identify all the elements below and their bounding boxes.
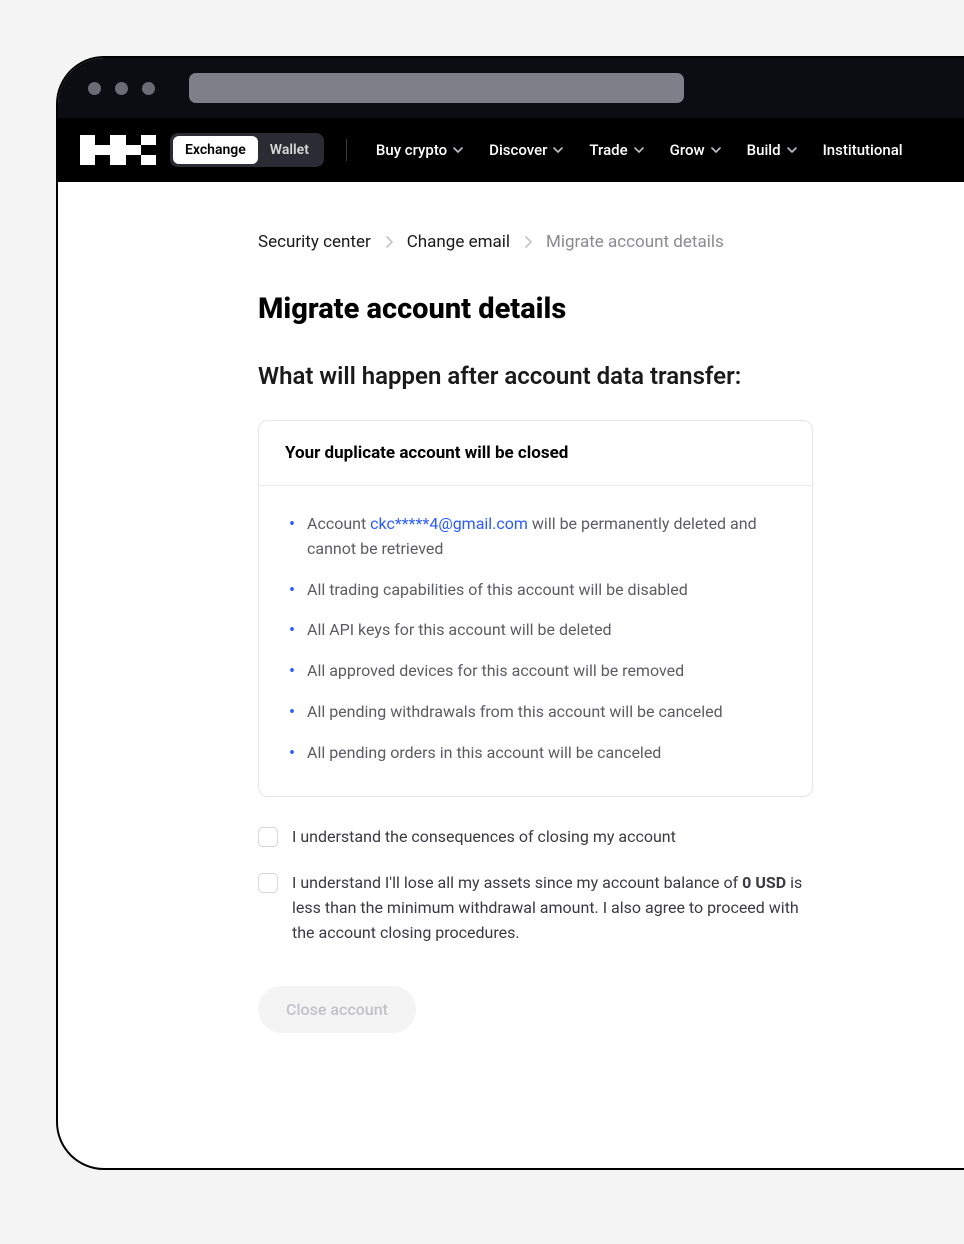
confirmation-checks: I understand the consequences of closing… [258, 825, 813, 946]
check-understand-consequences[interactable]: I understand the consequences of closing… [258, 825, 813, 850]
nav-trade[interactable]: Trade [576, 141, 656, 159]
breadcrumb: Security center Change email Migrate acc… [258, 232, 818, 252]
window-titlebar [58, 58, 964, 118]
window-minimize-dot[interactable] [115, 82, 128, 95]
panel-body: Account ckc*****4@gmail.com will be perm… [259, 486, 812, 796]
chevron-down-icon [634, 145, 644, 155]
nav-label: Buy crypto [376, 141, 447, 159]
url-bar[interactable] [189, 73, 684, 103]
checkbox-label: I understand the consequences of closing… [292, 825, 676, 850]
chevron-down-icon [711, 145, 721, 155]
breadcrumb-security-center[interactable]: Security center [258, 232, 371, 252]
chevron-down-icon [553, 145, 563, 155]
chevron-right-icon [524, 236, 532, 248]
chevron-down-icon [453, 145, 463, 155]
nav-discover[interactable]: Discover [476, 141, 576, 159]
text: Account [307, 514, 370, 533]
nav-label: Build [747, 141, 781, 159]
page-subtitle: What will happen after account data tran… [258, 362, 818, 390]
checkbox[interactable] [258, 873, 278, 893]
check-understand-asset-loss[interactable]: I understand I'll lose all my assets sin… [258, 871, 813, 945]
nav-grow[interactable]: Grow [657, 141, 734, 159]
chevron-right-icon [385, 236, 393, 248]
nav-label: Institutional [823, 141, 903, 159]
toggle-wallet[interactable]: Wallet [258, 136, 321, 164]
page-title: Migrate account details [258, 292, 818, 326]
checkbox-label: I understand I'll lose all my assets sin… [292, 871, 813, 945]
mode-toggle: Exchange Wallet [170, 133, 324, 167]
checkbox[interactable] [258, 827, 278, 847]
consequence-item: Account ckc*****4@gmail.com will be perm… [285, 512, 786, 562]
breadcrumb-change-email[interactable]: Change email [407, 232, 510, 252]
consequences-panel: Your duplicate account will be closed Ac… [258, 420, 813, 797]
nav-buy-crypto[interactable]: Buy crypto [363, 141, 476, 159]
browser-window: Exchange Wallet Buy crypto Discover Trad… [58, 58, 964, 1168]
nav-label: Grow [670, 141, 705, 159]
breadcrumb-current: Migrate account details [546, 232, 724, 252]
nav-build[interactable]: Build [734, 141, 810, 159]
okx-logo[interactable] [80, 135, 156, 165]
close-account-button[interactable]: Close account [258, 986, 416, 1033]
text: I understand I'll lose all my assets sin… [292, 873, 742, 892]
window-maximize-dot[interactable] [142, 82, 155, 95]
toggle-exchange[interactable]: Exchange [173, 136, 258, 164]
consequence-item: All API keys for this account will be de… [285, 618, 786, 643]
consequence-item: All pending orders in this account will … [285, 741, 786, 766]
page-content: Security center Change email Migrate acc… [58, 182, 818, 1033]
nav-label: Trade [589, 141, 627, 159]
nav-separator [346, 139, 347, 161]
account-email: ckc*****4@gmail.com [370, 514, 528, 533]
nav-label: Discover [489, 141, 547, 159]
panel-heading: Your duplicate account will be closed [259, 421, 812, 486]
consequence-item: All approved devices for this account wi… [285, 659, 786, 684]
nav-institutional[interactable]: Institutional [810, 141, 916, 159]
consequence-item: All pending withdrawals from this accoun… [285, 700, 786, 725]
top-nav: Exchange Wallet Buy crypto Discover Trad… [58, 118, 964, 182]
window-close-dot[interactable] [88, 82, 101, 95]
balance-amount: 0 USD [742, 873, 786, 892]
consequence-item: All trading capabilities of this account… [285, 578, 786, 603]
chevron-down-icon [787, 145, 797, 155]
